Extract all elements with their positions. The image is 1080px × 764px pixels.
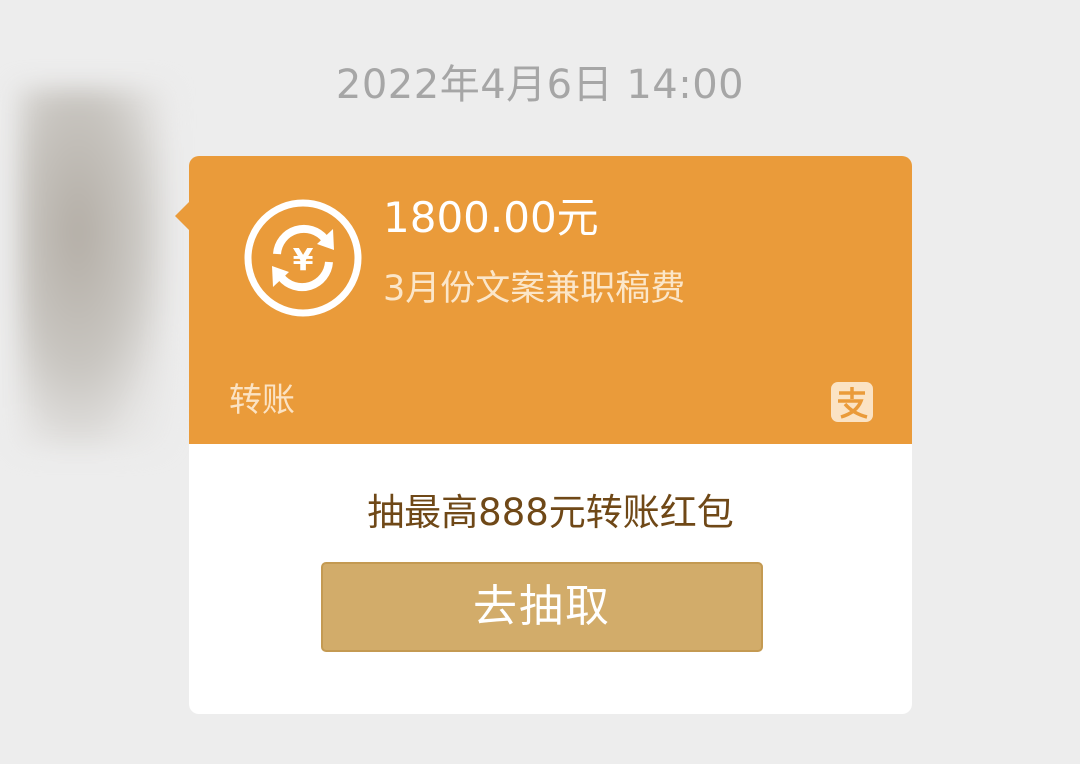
bubble-tail bbox=[175, 202, 189, 230]
transfer-amount: 1800.00元 bbox=[383, 193, 599, 242]
transfer-message-card[interactable]: ¥ 1800.00元 3月份文案兼职稿费 转账 抽最高888元转账红包 去抽取 bbox=[175, 156, 912, 714]
transfer-type-label: 转账 bbox=[229, 380, 295, 419]
alipay-icon bbox=[831, 382, 873, 422]
transfer-memo: 3月份文案兼职稿费 bbox=[383, 269, 686, 309]
sender-avatar[interactable] bbox=[18, 88, 168, 448]
transfer-card-header[interactable]: ¥ 1800.00元 3月份文案兼职稿费 转账 bbox=[175, 156, 912, 444]
draw-button[interactable]: 去抽取 bbox=[321, 562, 763, 652]
promo-text: 抽最高888元转账红包 bbox=[367, 491, 734, 534]
yuan-transfer-icon: ¥ bbox=[244, 199, 362, 317]
promo-section: 抽最高888元转账红包 去抽取 bbox=[189, 444, 912, 714]
svg-text:¥: ¥ bbox=[293, 243, 314, 278]
